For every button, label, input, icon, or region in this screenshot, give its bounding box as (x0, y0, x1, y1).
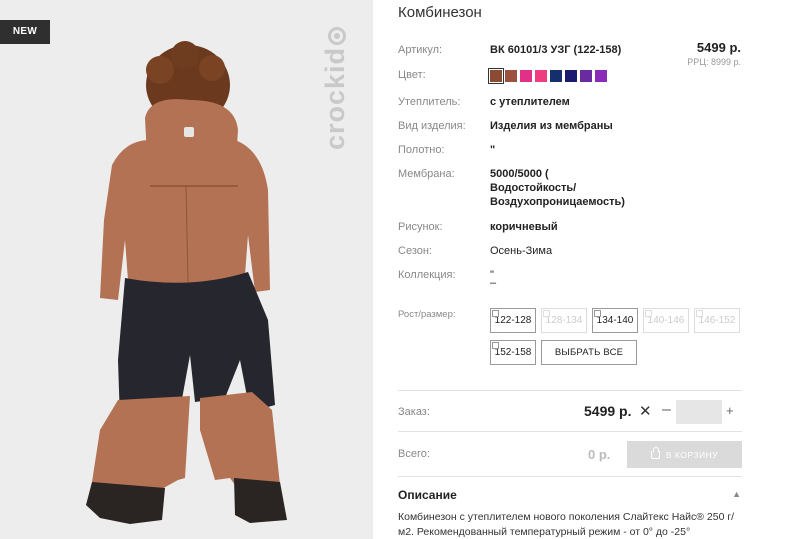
color-swatch[interactable] (488, 68, 504, 84)
color-label: Цвет: (398, 69, 426, 81)
article-value: ВК 60101/3 УЗГ (122-158) (490, 44, 622, 56)
kind-value: Изделия из мембраны (490, 120, 613, 132)
order-label: Заказ: (398, 406, 430, 418)
add-to-cart-label: В КОРЗИНУ (665, 449, 719, 460)
size-option-label: 140-146 (647, 315, 685, 326)
insulation-value: с утеплителем (490, 96, 570, 108)
product-info-panel: Комбинезон 5499 р. РРЦ: 8999 р. Артикул:… (398, 0, 743, 539)
color-swatch[interactable] (520, 70, 532, 82)
divider (398, 390, 742, 391)
size-checkbox[interactable] (594, 310, 601, 317)
article-label: Артикул: (398, 44, 443, 56)
color-swatch[interactable] (595, 70, 607, 82)
new-badge: NEW (0, 20, 50, 44)
brand-watermark-text: crockid (320, 46, 350, 150)
membrane-value-line1: 5000/5000 ( (490, 168, 549, 180)
size-option[interactable]: 146-152 (694, 308, 740, 333)
size-checkbox[interactable] (543, 310, 550, 317)
fabric-label: Полотно: (398, 144, 445, 156)
size-label: Рост/размер: (398, 309, 456, 320)
size-checkbox[interactable] (492, 310, 499, 317)
size-option-label: 146-152 (698, 315, 736, 326)
size-option-label: 128-134 (545, 315, 583, 326)
size-option[interactable]: 128-134 (541, 308, 587, 333)
pattern-label: Рисунок: (398, 221, 443, 233)
season-value: Осень-Зима (490, 245, 553, 257)
cart-icon (650, 446, 660, 459)
color-swatch[interactable] (535, 70, 547, 82)
color-swatch[interactable] (565, 70, 577, 82)
size-option[interactable]: 152-158 (490, 340, 536, 365)
membrane-value-line2: Водостойкость/ (490, 182, 577, 194)
remove-icon[interactable]: ✕ (639, 402, 652, 420)
description-title[interactable]: Описание (398, 488, 457, 502)
size-option[interactable]: 134-140 (592, 308, 638, 333)
select-all-sizes-button[interactable]: ВЫБРАТЬ ВСЕ (541, 340, 637, 365)
order-price: 5499 р. (584, 403, 632, 419)
product-price: 5499 р. (696, 40, 741, 55)
description-text: Комбинезон с утеплителем нового поколени… (398, 511, 735, 538)
product-rrp: РРЦ: 8999 р. (687, 57, 741, 67)
pattern-value: коричневый (490, 221, 558, 233)
color-swatch[interactable] (505, 70, 517, 82)
divider (398, 431, 742, 432)
add-to-cart-button[interactable]: В КОРЗИНУ (627, 441, 742, 468)
kind-label: Вид изделия: (398, 120, 466, 132)
caret-up-icon[interactable]: ▲ (732, 489, 741, 499)
membrane-value-line3: Воздухопроницаемость) (490, 196, 625, 208)
season-label: Сезон: (398, 245, 432, 257)
size-option[interactable]: 122-128 (490, 308, 536, 333)
fabric-value: " (490, 144, 496, 156)
product-title: Комбинезон (398, 4, 482, 21)
total-value: 0 р. (588, 447, 611, 462)
size-option-label: 122-128 (494, 315, 532, 326)
quantity-decrease-button[interactable]: – (662, 401, 671, 419)
color-swatches (488, 68, 607, 84)
size-option-label: 152-158 (494, 347, 532, 358)
brand-watermark: crockid (320, 26, 351, 150)
size-option-label: 134-140 (596, 315, 634, 326)
size-checkbox[interactable] (645, 310, 652, 317)
product-photo[interactable]: NEW crockid (0, 0, 373, 539)
insulation-label: Утеплитель: (398, 96, 461, 108)
product-image (86, 41, 287, 524)
collection-value-line2: – (490, 277, 497, 289)
brand-logo-icon (327, 26, 346, 45)
divider (398, 476, 742, 477)
color-swatch[interactable] (550, 70, 562, 82)
size-checkbox[interactable] (492, 342, 499, 349)
collection-label: Коллекция: (398, 269, 456, 281)
size-option[interactable]: 140-146 (643, 308, 689, 333)
color-swatch[interactable] (580, 70, 592, 82)
membrane-label: Мембрана: (398, 168, 455, 180)
quantity-input[interactable] (676, 400, 722, 424)
size-checkbox[interactable] (696, 310, 703, 317)
total-label: Всего: (398, 448, 430, 460)
quantity-increase-button[interactable]: + (726, 403, 734, 418)
